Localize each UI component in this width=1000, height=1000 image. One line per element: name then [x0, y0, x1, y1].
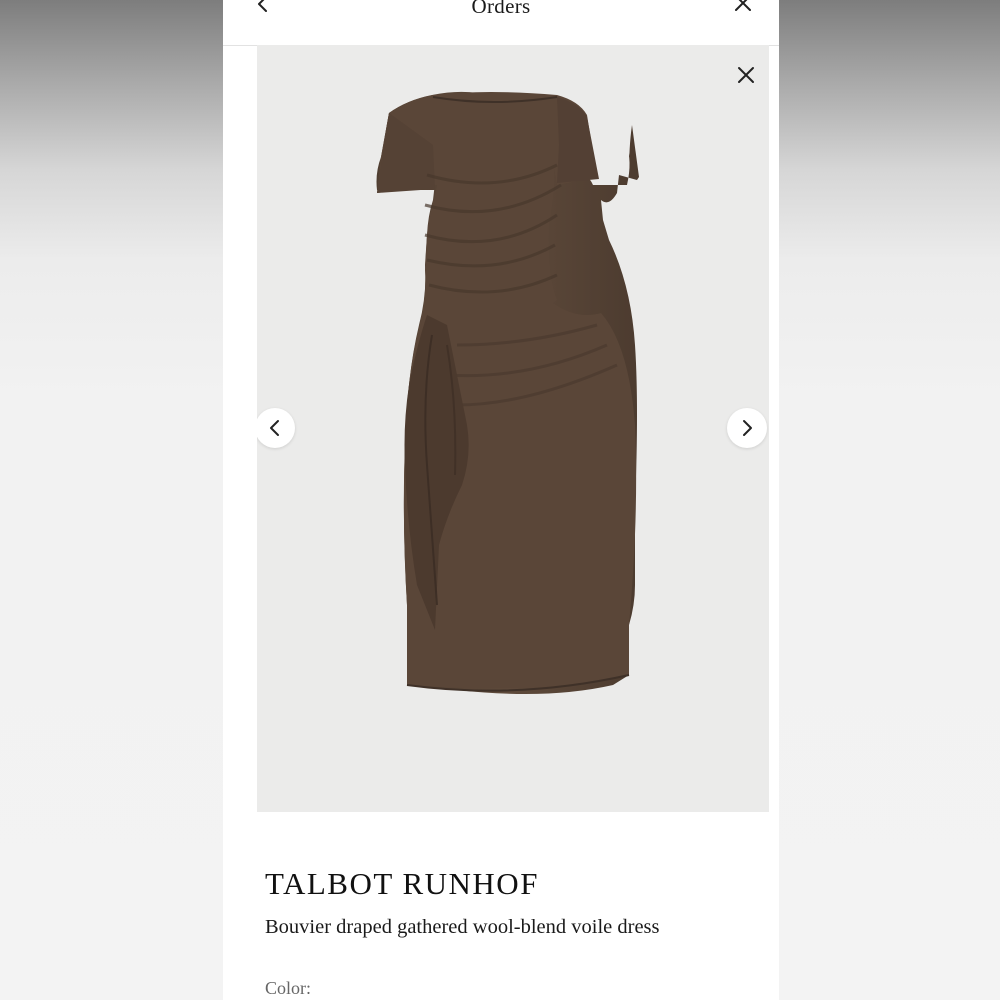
- color-label: Color:: [265, 978, 312, 998]
- background-right: [779, 0, 1000, 1000]
- product-brand[interactable]: TALBOT RUNHOF: [265, 866, 539, 902]
- close-icon: [735, 0, 751, 11]
- close-icon: [738, 67, 754, 83]
- product-image[interactable]: [257, 45, 769, 812]
- chevron-right-icon: [743, 420, 752, 436]
- chevron-left-icon: [270, 420, 279, 436]
- next-image-button[interactable]: [727, 408, 767, 448]
- product-name: Bouvier draped gathered wool-blend voile…: [265, 916, 660, 938]
- header-bar: Orders: [223, 0, 779, 46]
- image-close-button[interactable]: [735, 64, 757, 86]
- background-left: [0, 0, 223, 1000]
- close-button[interactable]: [731, 0, 755, 18]
- page-title: Orders: [471, 0, 531, 18]
- app-screen: Orders TALBOT RUNHOF Bouvier draped gath…: [223, 0, 779, 1000]
- dress-photo: [376, 91, 639, 694]
